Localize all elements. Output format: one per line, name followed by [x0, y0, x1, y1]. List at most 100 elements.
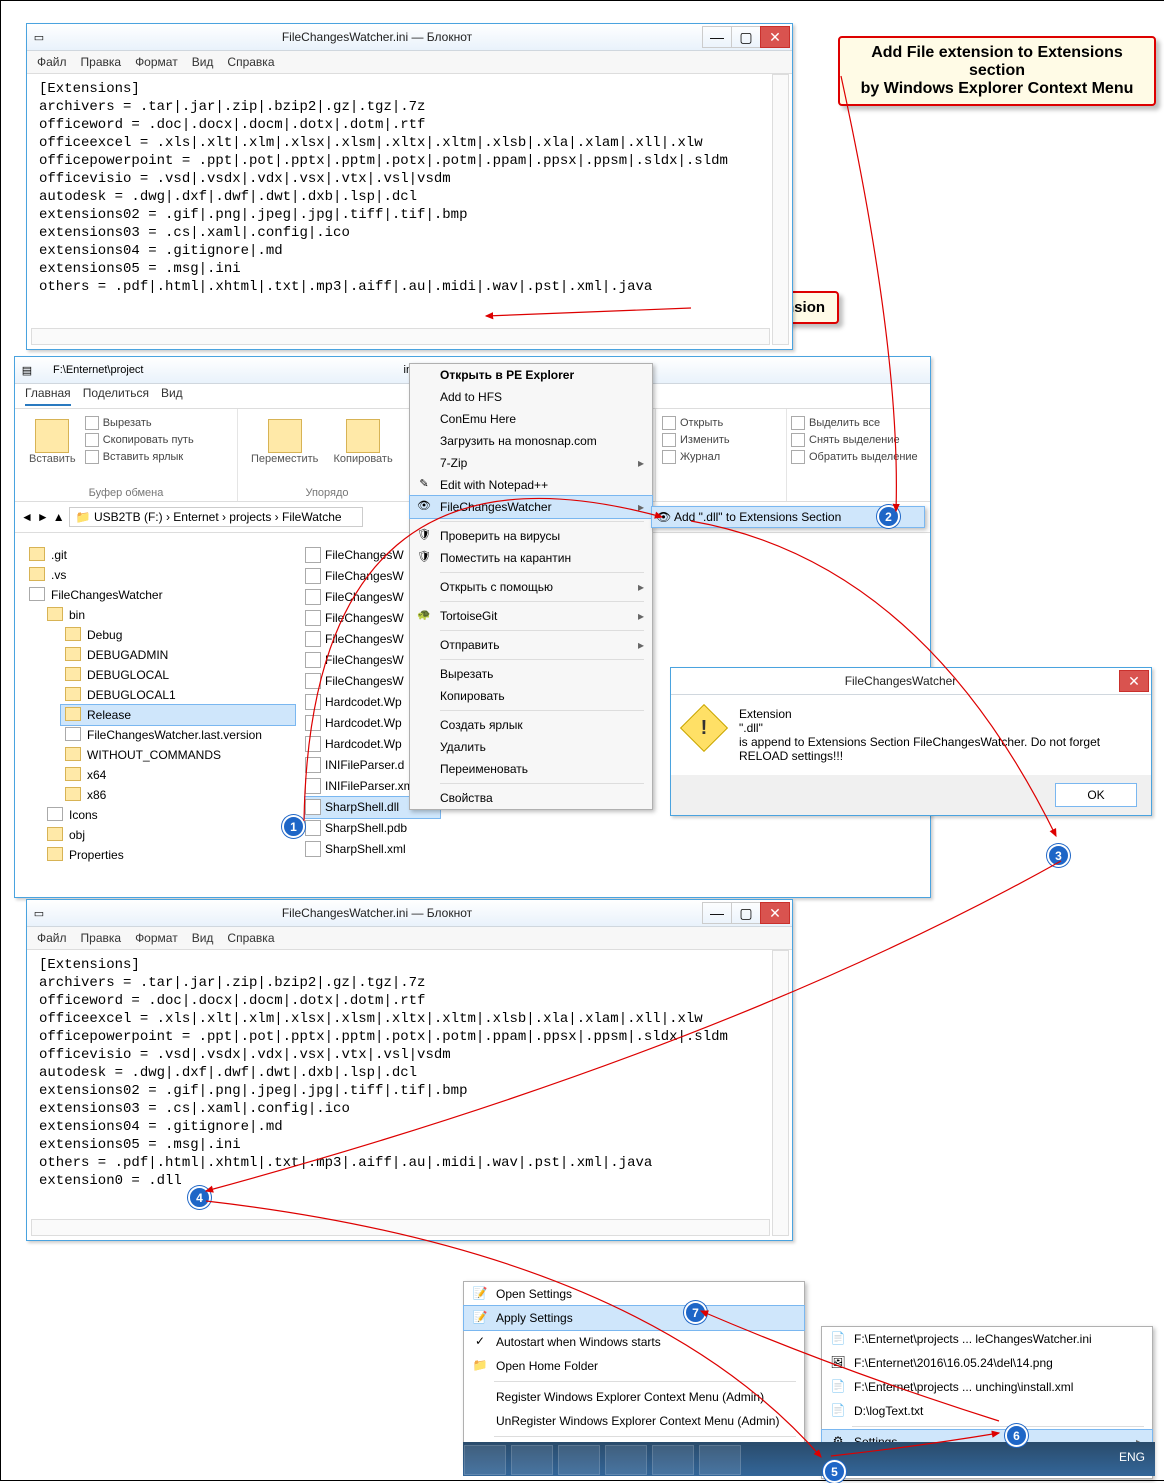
tree-item[interactable]: DEBUGADMIN [61, 645, 295, 665]
menu-item[interactable]: Формат [135, 55, 178, 69]
tray-menu-item[interactable]: Open Home Folder📁 [464, 1354, 804, 1378]
scrollbar-v[interactable] [772, 74, 789, 345]
context-menu-item[interactable]: ConEmu Here [410, 408, 652, 430]
copy-label[interactable]: Копировать [333, 453, 392, 465]
maximize-button[interactable]: ▢ [731, 26, 761, 48]
select-none-item[interactable]: Снять выделение [791, 432, 930, 449]
tree-item[interactable]: DEBUGLOCAL1 [61, 685, 295, 705]
tray-menu-settings[interactable]: Open Settings📝Apply Settings📝Autostart w… [463, 1281, 805, 1465]
context-menu-item[interactable]: TortoiseGit🐢 [410, 605, 652, 627]
tray-menu-item[interactable]: Register Windows Explorer Context Menu (… [464, 1385, 804, 1409]
context-menu-item[interactable]: 7-Zip [410, 452, 652, 474]
taskbar-item[interactable] [558, 1445, 600, 1475]
lang-indicator[interactable]: ENG [1119, 1450, 1145, 1464]
tree-item[interactable]: DEBUGLOCAL [61, 665, 295, 685]
menu-item[interactable]: Файл [37, 55, 67, 69]
taskbar-item[interactable] [464, 1445, 506, 1475]
tray-menu-item[interactable]: Open Settings📝 [464, 1282, 804, 1306]
close-button[interactable]: ✕ [1119, 670, 1149, 692]
maximize-button[interactable]: ▢ [731, 902, 761, 924]
menu-item[interactable]: Вид [192, 55, 214, 69]
fwd-icon[interactable]: ► [37, 510, 49, 524]
copy-path-item[interactable]: Скопировать путь [85, 432, 194, 449]
context-menu-item[interactable]: Загрузить на monosnap.com [410, 430, 652, 452]
ribbon-tab[interactable]: Главная [25, 386, 71, 406]
context-menu-item[interactable]: Открыть в PE Explorer [410, 364, 652, 386]
editor-textarea[interactable]: [Extensions] archivers = .tar|.jar|.zip|… [31, 74, 788, 329]
up-icon[interactable]: ▲ [53, 510, 65, 524]
tray-menu-item[interactable]: UnRegister Windows Explorer Context Menu… [464, 1409, 804, 1433]
context-menu-item[interactable]: Создать ярлык [410, 714, 652, 736]
close-button[interactable]: ✕ [760, 26, 790, 48]
tree-item[interactable]: x64 [61, 765, 295, 785]
minimize-button[interactable]: — [702, 26, 732, 48]
ok-button[interactable]: OK [1055, 783, 1137, 807]
taskbar[interactable]: ENG [463, 1442, 1155, 1476]
taskbar-item[interactable] [605, 1445, 647, 1475]
tree-item[interactable]: .git [25, 545, 295, 565]
menu-item[interactable]: Вид [192, 931, 214, 945]
tray-menu-item[interactable]: Autostart when Windows starts✓ [464, 1330, 804, 1354]
tree-item[interactable]: x86 [61, 785, 295, 805]
tray-menu-item[interactable]: D:\logText.txt📄 [822, 1399, 1152, 1423]
context-menu-item[interactable]: Открыть с помощью [410, 576, 652, 598]
select-all-item[interactable]: Выделить все [791, 415, 930, 432]
scrollbar-h[interactable] [31, 328, 770, 345]
context-menu-item[interactable]: Поместить на карантин🛡 [410, 547, 652, 569]
menu-item[interactable]: Справка [227, 931, 274, 945]
menu-item[interactable]: Правка [81, 931, 122, 945]
menu-item[interactable]: Файл [37, 931, 67, 945]
close-button[interactable]: ✕ [760, 902, 790, 924]
context-menu-item[interactable]: Свойства [410, 787, 652, 809]
menu-item[interactable]: Правка [81, 55, 122, 69]
list-item[interactable]: SharpShell.xml [305, 839, 440, 860]
context-menu-item[interactable]: Проверить на вирусы🛡 [410, 525, 652, 547]
list-item[interactable]: SharpShell.pdb [305, 818, 440, 839]
tree-item[interactable]: Debug [61, 625, 295, 645]
ribbon-tab[interactable]: Вид [161, 386, 183, 406]
minimize-button[interactable]: — [702, 902, 732, 924]
context-menu-item[interactable]: Копировать [410, 685, 652, 707]
taskbar-item[interactable] [511, 1445, 553, 1475]
tree-item[interactable]: Release [61, 705, 295, 725]
tray-menu-item[interactable]: F:\Enternet\projects ... leChangesWatche… [822, 1327, 1152, 1351]
menu-item[interactable]: Формат [135, 931, 178, 945]
tree-item[interactable]: Icons [43, 805, 295, 825]
breadcrumb[interactable]: 📁 USB2TB (F:) › Enternet › projects › Fi… [69, 507, 363, 527]
tree-item[interactable]: WITHOUT_COMMANDS [61, 745, 295, 765]
context-menu-item[interactable]: Вырезать [410, 663, 652, 685]
tree-item[interactable]: bin [43, 605, 295, 625]
tree-item[interactable]: Properties [43, 845, 295, 865]
cut-item[interactable]: Вырезать [85, 415, 194, 432]
context-menu-item[interactable]: Переименовать [410, 758, 652, 780]
journal-item[interactable]: Журнал [662, 449, 730, 466]
context-menu[interactable]: Открыть в PE ExplorerAdd to HFSConEmu He… [409, 363, 653, 810]
scrollbar-v[interactable] [772, 950, 789, 1236]
scrollbar-h[interactable] [31, 1219, 770, 1236]
tray-menu-item[interactable]: F:\Enternet\2016\16.05.24\del\14.png🖼 [822, 1351, 1152, 1375]
edit-item[interactable]: Изменить [662, 432, 730, 449]
taskbar-item[interactable] [652, 1445, 694, 1475]
select-invert-item[interactable]: Обратить выделение [791, 449, 930, 466]
folder-tree[interactable]: .git.vsFileChangesWatcherbinDebugDEBUGAD… [25, 545, 295, 865]
tree-item[interactable]: FileChangesWatcher.last.version [61, 725, 295, 745]
context-menu-item[interactable]: FileChangesWatcher👁 [409, 495, 653, 519]
tray-menu-item[interactable]: Apply Settings📝 [463, 1305, 805, 1331]
context-menu-item[interactable]: Удалить [410, 736, 652, 758]
ribbon-tab[interactable]: Поделиться [83, 386, 149, 406]
context-menu-item[interactable]: Add to HFS [410, 386, 652, 408]
tree-item[interactable]: obj [43, 825, 295, 845]
back-icon[interactable]: ◄ [21, 510, 33, 524]
context-menu-item[interactable]: Edit with Notepad++✎ [410, 474, 652, 496]
taskbar-item[interactable] [699, 1445, 741, 1475]
move-label[interactable]: Переместить [251, 453, 318, 465]
tray-menu-item[interactable]: F:\Enternet\projects ... unching\install… [822, 1375, 1152, 1399]
tree-item[interactable]: .vs [25, 565, 295, 585]
paste-label[interactable]: Вставить [29, 453, 76, 465]
open-item[interactable]: Открыть [662, 415, 730, 432]
menu-item[interactable]: Справка [227, 55, 274, 69]
tree-item[interactable]: FileChangesWatcher [25, 585, 295, 605]
context-menu-item[interactable]: Отправить [410, 634, 652, 656]
editor-textarea[interactable]: [Extensions] archivers = .tar|.jar|.zip|… [31, 950, 788, 1220]
paste-shortcut-item[interactable]: Вставить ярлык [85, 449, 194, 466]
